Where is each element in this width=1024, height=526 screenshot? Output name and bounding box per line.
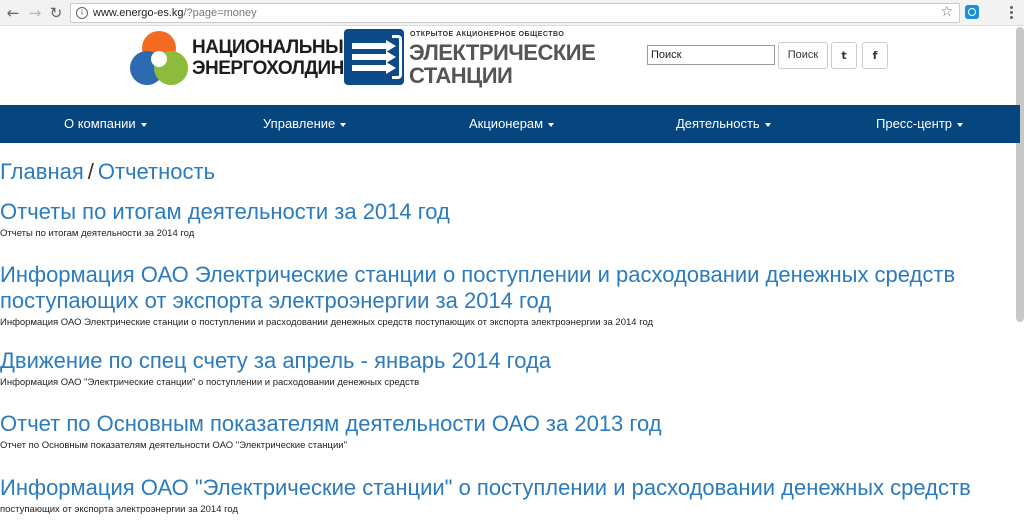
article-description: поступающих от экспорта электроэнергии з…	[0, 504, 238, 515]
logo2-subtitle: ОТКРЫТОЕ АКЦИОНЕРНОЕ ОБЩЕСТВО	[410, 31, 565, 38]
caret-down-icon	[548, 122, 555, 127]
nav-item-label: О компании	[64, 116, 136, 131]
twitter-button[interactable]: t	[831, 42, 857, 69]
article-title-link[interactable]: Информация ОАО Электрические станции о п…	[0, 262, 1015, 314]
list-item: Движение по спец счету за апрель - январ…	[0, 348, 1015, 388]
url-host: www.energo-es.kg	[93, 7, 184, 19]
url-text[interactable]: www.energo-es.kg/?page=money	[93, 7, 257, 19]
search-input[interactable]	[647, 45, 775, 65]
browser-toolbar: ← → ↻ i www.energo-es.kg/?page=money ☆	[0, 0, 1024, 26]
address-bar[interactable]: i www.energo-es.kg/?page=money ☆	[70, 3, 960, 23]
main-navbar: О компании Управление Акционерам Деятель…	[0, 105, 1020, 143]
article-title-link[interactable]: Информация ОАО "Электрические станции" о…	[0, 475, 1015, 501]
article-title-link[interactable]: Движение по спец счету за апрель - январ…	[0, 348, 1015, 374]
extension-icon[interactable]	[965, 5, 979, 19]
list-item: Отчет по Основным показателям деятельнос…	[0, 411, 1015, 451]
article-description: Информация ОАО "Электрические станции" о…	[0, 377, 420, 388]
caret-down-icon	[140, 122, 147, 127]
twitter-icon: t	[841, 49, 847, 62]
back-arrow-icon[interactable]: ←	[4, 4, 22, 22]
nav-item-label: Пресс-центр	[876, 116, 953, 131]
nav-item-label: Деятельность	[676, 116, 760, 131]
info-icon[interactable]: i	[76, 7, 88, 19]
logo2-line2: СТАНЦИИ	[409, 63, 513, 88]
nav-item-press-center[interactable]: Пресс-центр	[876, 105, 964, 143]
article-title-link[interactable]: Отчет по Основным показателям деятельнос…	[0, 411, 1015, 437]
nav-item-label: Управление	[263, 116, 336, 131]
star-icon[interactable]: ☆	[940, 4, 953, 20]
web-page: НАЦИОНАЛЬНЫЙ ЭНЕРГОХОЛДИНГ ОТКРЫТОЕ АКЦИ…	[0, 27, 1024, 526]
facebook-icon: f	[872, 49, 878, 62]
breadcrumb: Главная / Отчетность	[0, 159, 215, 185]
nav-item-activities[interactable]: Деятельность	[676, 105, 771, 143]
caret-down-icon	[764, 122, 771, 127]
nav-item-about[interactable]: О компании	[64, 105, 147, 143]
list-item: Информация ОАО Электрические станции о п…	[0, 262, 1015, 328]
logo2-line1: ЭЛЕКТРИЧЕСКИЕ	[409, 40, 596, 65]
list-item: Отчеты по итогам деятельности за 2014 го…	[0, 199, 1015, 239]
breadcrumb-home-link[interactable]: Главная	[0, 159, 84, 184]
url-path: /?page=money	[183, 7, 257, 19]
site-header: НАЦИОНАЛЬНЫЙ ЭНЕРГОХОЛДИНГ ОТКРЫТОЕ АКЦИ…	[0, 27, 1020, 105]
article-description: Отчеты по итогам деятельности за 2014 го…	[0, 228, 195, 239]
caret-down-icon	[957, 122, 964, 127]
article-description: Отчет по Основным показателям деятельнос…	[0, 440, 347, 451]
list-item: Информация ОАО "Электрические станции" о…	[0, 475, 1015, 515]
breadcrumb-separator: /	[87, 159, 94, 184]
logo1-line1: НАЦИОНАЛЬНЫЙ	[192, 37, 357, 58]
reload-icon[interactable]: ↻	[47, 4, 65, 22]
facebook-button[interactable]: f	[862, 42, 888, 69]
nav-item-label: Акционерам	[469, 116, 544, 131]
electric-stations-logo-icon[interactable]	[344, 29, 404, 85]
nav-item-management[interactable]: Управление	[263, 105, 347, 143]
article-title-link[interactable]: Отчеты по итогам деятельности за 2014 го…	[0, 199, 1015, 225]
search-button[interactable]: Поиск	[778, 42, 828, 69]
energoholding-logo-text[interactable]: НАЦИОНАЛЬНЫЙ ЭНЕРГОХОЛДИНГ	[192, 37, 357, 79]
caret-down-icon	[340, 122, 347, 127]
logo1-line2: ЭНЕРГОХОЛДИНГ	[192, 58, 355, 79]
forward-arrow-icon[interactable]: →	[26, 4, 44, 22]
article-description: Информация ОАО Электрические станции о п…	[0, 317, 654, 328]
breadcrumb-current-link[interactable]: Отчетность	[98, 159, 215, 184]
nav-item-shareholders[interactable]: Акционерам	[469, 105, 555, 143]
menu-dots-icon[interactable]	[1005, 4, 1017, 20]
electric-stations-logo-text[interactable]: ЭЛЕКТРИЧЕСКИЕ СТАНЦИИ	[409, 40, 596, 88]
energoholding-logo-icon[interactable]	[130, 31, 190, 89]
